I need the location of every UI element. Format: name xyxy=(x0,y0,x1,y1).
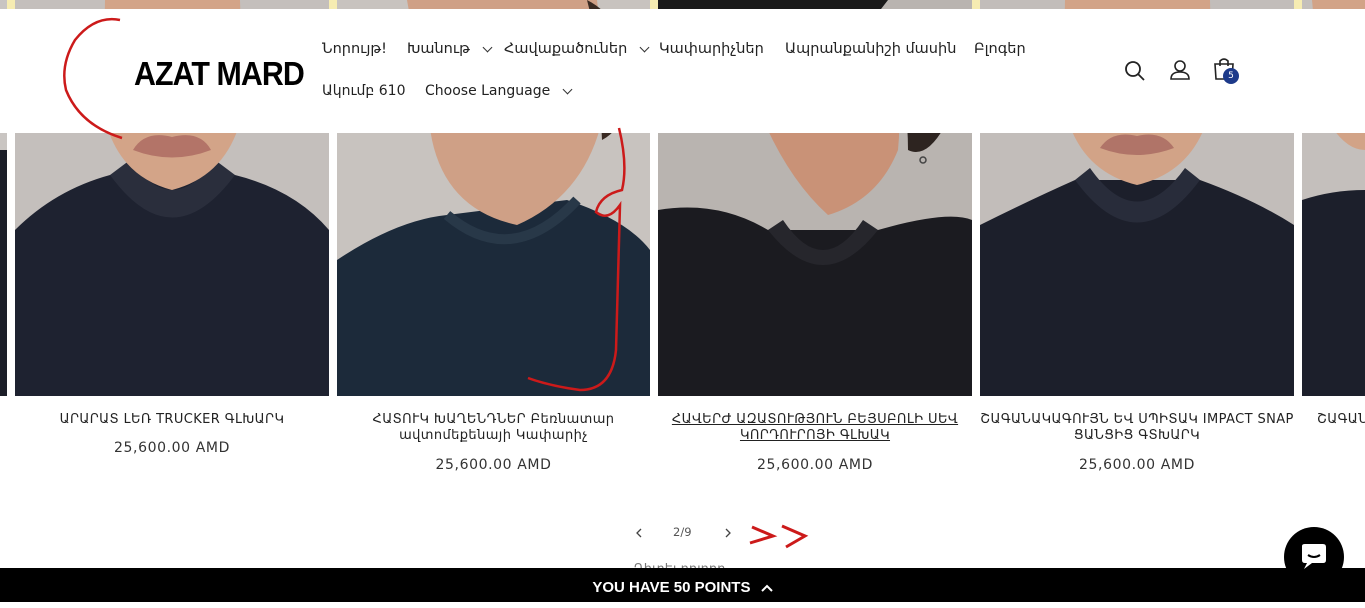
account-icon[interactable] xyxy=(1169,59,1191,85)
chevron-down-icon xyxy=(482,42,493,52)
chevron-down-icon xyxy=(562,84,573,94)
product-price: 25,600.00 AMD xyxy=(1079,457,1195,473)
product-title[interactable]: ՇԱԳԱՆ xyxy=(1317,412,1365,428)
nav-label: Ակումբ 610 xyxy=(322,83,406,99)
product-title[interactable]: ՇԱԳԱՆԱԿԱԳՈՒՅՆ ԵՎ ՍՊԻՏԱԿ IMPACT SNAP ՑԱՆՑ… xyxy=(980,412,1294,444)
nav-label: Choose Language xyxy=(425,83,551,99)
product-price: 25,600.00 AMD xyxy=(114,440,230,456)
product-title[interactable]: ՀԱՏՈՒԿ ԽԱՂԵՆԴՆԵՐ Բեռնատար ավտոմեքենայի Կ… xyxy=(365,412,622,444)
site-header: AZAT MARD Նորույթ! Խանութ Հավաքածուներ Կ… xyxy=(0,9,1365,133)
nav-item-shop[interactable]: Խանութ xyxy=(407,41,493,57)
nav-label: Կափարիչներ xyxy=(659,41,764,57)
nav-label: Խանութ xyxy=(407,41,470,57)
chevron-down-icon xyxy=(639,42,650,52)
nav-item-collections[interactable]: Հավաքածուներ xyxy=(504,41,650,57)
chat-button[interactable] xyxy=(1284,527,1344,587)
loyalty-points-bar[interactable]: YOU HAVE 50 POINTS xyxy=(0,568,1365,602)
product-title[interactable]: ԱՐԱՐԱՏ ԼԵՌ TRUCKER ԳԼԽԱՐԿ xyxy=(15,412,329,428)
search-icon[interactable] xyxy=(1124,60,1146,86)
chat-icon xyxy=(1302,544,1326,569)
logo[interactable]: AZAT MARD xyxy=(134,55,305,93)
nav-item-caps[interactable]: Կափարիչներ xyxy=(659,41,764,57)
nav-label: Հավաքածուներ xyxy=(504,41,628,57)
carousel-pager: 2/9 xyxy=(620,524,750,542)
language-selector[interactable]: Choose Language xyxy=(425,83,573,99)
product-price: 25,600.00 AMD xyxy=(757,457,873,473)
product-title[interactable]: ՀԱՎԵՐԺ ԱԶԱՏՈՒԹՅՈՒՆ ԲԵՅՍԲՈԼԻ ՍԵՎ ԿՈՐԴՈՒՐՈ… xyxy=(668,412,962,444)
cart-count-badge: 5 xyxy=(1223,68,1239,84)
nav-label: Բլոգեր xyxy=(974,41,1026,57)
chevron-left-icon[interactable] xyxy=(635,528,643,538)
nav-item-about[interactable]: Ապրանքանիշի մասին xyxy=(785,41,956,57)
chevron-right-icon[interactable] xyxy=(724,528,732,538)
pager-counter: 2/9 xyxy=(673,525,692,539)
chevron-up-icon xyxy=(760,584,773,592)
nav-item-new[interactable]: Նորույթ! xyxy=(322,41,387,57)
points-label: YOU HAVE 50 POINTS xyxy=(592,579,751,596)
nav-label: Նորույթ! xyxy=(322,41,387,57)
nav-item-blogs[interactable]: Բլոգեր xyxy=(974,41,1026,57)
nav-item-club[interactable]: Ակումբ 610 xyxy=(322,83,405,99)
product-price: 25,600.00 AMD xyxy=(435,457,552,473)
nav-label: Ապրանքանիշի մասին xyxy=(785,41,957,57)
